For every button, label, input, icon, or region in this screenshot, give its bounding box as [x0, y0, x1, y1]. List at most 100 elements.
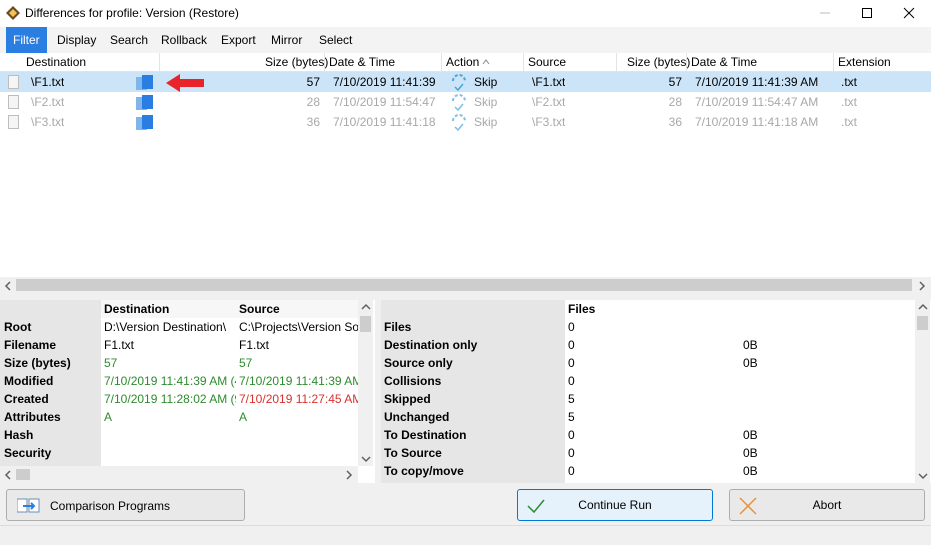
copy-icon [136, 75, 153, 90]
row-source: \F1.txt [532, 75, 566, 89]
comparison-programs-label: Comparison Programs [50, 499, 171, 513]
summary-size [740, 390, 743, 408]
col-destination[interactable]: Destination [26, 55, 86, 69]
summary-count: 0 [568, 320, 575, 334]
summary-size: 0B [743, 338, 758, 352]
close-button[interactable] [888, 0, 930, 26]
scroll-right-icon[interactable] [345, 470, 353, 480]
summary-size: 0B [743, 356, 758, 370]
row-action[interactable]: Skip [474, 115, 497, 129]
menu-export[interactable]: Export [214, 27, 263, 53]
summary-size: 0B [743, 446, 758, 460]
menu-select[interactable]: Select [312, 27, 359, 53]
summary-size [740, 372, 743, 390]
scroll-thumb[interactable] [360, 316, 371, 332]
grid-header: Destination Size (bytes) Date & Time Act… [0, 53, 931, 72]
minimize-button[interactable] [804, 0, 846, 26]
summary-label: Unchanged [381, 408, 565, 426]
maximize-button[interactable] [846, 0, 888, 26]
summary-size [740, 408, 743, 426]
summary-count: 0 [568, 428, 575, 442]
col-extension[interactable]: Extension [838, 55, 891, 69]
summary-count: 0 [568, 356, 575, 370]
skip-sync-icon [452, 94, 466, 112]
summary-label: Files [381, 318, 565, 336]
row-src-size: 36 [668, 115, 682, 129]
table-row[interactable]: \F1.txt 57 7/10/2019 11:41:39 ... Skip \… [0, 72, 931, 92]
scroll-up-icon[interactable] [918, 303, 928, 311]
row-dest-size: 28 [306, 95, 320, 109]
scroll-thumb[interactable] [917, 316, 928, 330]
menu-rollback[interactable]: Rollback [154, 27, 214, 53]
summary-count: 0 [568, 446, 575, 460]
comparison-programs-button[interactable]: Comparison Programs [6, 489, 245, 521]
properties-vertical-scrollbar[interactable] [358, 300, 373, 466]
prop-dest-value [101, 426, 236, 444]
prop-header-destination: Destination [101, 300, 236, 318]
col-src-size[interactable]: Size (bytes) [627, 55, 690, 69]
menu-bar: Filter Display Search Rollback Export Mi… [0, 27, 931, 53]
row-destination: \F1.txt [31, 75, 65, 89]
red-arrow-annotation-icon [166, 74, 204, 92]
grid-horizontal-scrollbar[interactable] [0, 277, 931, 294]
prop-src-value: F1.txt [239, 338, 270, 352]
row-action[interactable]: Skip [474, 75, 497, 89]
summary-label: Collisions [381, 372, 565, 390]
prop-src-value [236, 426, 358, 444]
prop-dest-value: A [104, 410, 113, 424]
scroll-down-icon[interactable] [918, 472, 928, 480]
menu-mirror[interactable]: Mirror [264, 27, 309, 53]
menu-display[interactable]: Display [50, 27, 103, 53]
col-dest-date[interactable]: Date & Time [329, 55, 395, 69]
summary-count: 0 [568, 374, 575, 388]
continue-run-button[interactable]: Continue Run [517, 489, 713, 521]
skip-sync-icon [452, 114, 466, 132]
summary-vertical-scrollbar[interactable] [915, 300, 930, 483]
summary-count: 0 [568, 338, 575, 352]
scroll-right-icon[interactable] [918, 281, 926, 291]
table-row[interactable]: \F2.txt 28 7/10/2019 11:54:47 ... Skip \… [0, 92, 931, 112]
properties-horizontal-scrollbar[interactable] [0, 466, 358, 483]
abort-button[interactable]: Abort [729, 489, 925, 521]
prop-dest-value: D:\Version Destination\ [104, 320, 227, 334]
abort-label: Abort [812, 498, 842, 512]
skip-sync-icon [452, 74, 466, 92]
menu-search[interactable]: Search [103, 27, 155, 53]
prop-dest-value: 7/10/2019 11:41:39 AM (451 [104, 374, 236, 388]
scroll-down-icon[interactable] [361, 455, 371, 463]
continue-run-label: Continue Run [578, 498, 652, 512]
prop-label: Hash [0, 426, 101, 444]
summary-count: 0 [568, 464, 575, 478]
row-src-date: 7/10/2019 11:41:18 AM [695, 115, 819, 129]
scroll-left-icon[interactable] [4, 281, 12, 291]
row-src-date: 7/10/2019 11:41:39 AM [695, 75, 819, 89]
file-icon [8, 115, 19, 129]
row-extension: .txt [841, 115, 858, 129]
app-logo-icon [6, 6, 20, 20]
scroll-up-icon[interactable] [361, 303, 371, 311]
row-dest-size: 57 [306, 75, 320, 89]
col-dest-size[interactable]: Size (bytes) [265, 55, 328, 69]
summary-label: To Destination [381, 426, 565, 444]
summary-header-files: Files [565, 300, 739, 318]
row-action[interactable]: Skip [474, 95, 497, 109]
file-icon [8, 95, 19, 109]
copy-icon [136, 115, 153, 130]
row-src-date: 7/10/2019 11:54:47 AM [695, 95, 819, 109]
col-src-date[interactable]: Date & Time [691, 55, 757, 69]
scroll-thumb[interactable] [16, 279, 912, 291]
row-destination: \F2.txt [31, 95, 65, 109]
row-dest-size: 36 [306, 115, 320, 129]
menu-filter[interactable]: Filter [6, 27, 47, 53]
col-source[interactable]: Source [528, 55, 566, 69]
prop-label: Created [0, 390, 101, 408]
table-row[interactable]: \F3.txt 36 7/10/2019 11:41:18 ... Skip \… [0, 112, 931, 132]
prop-src-value [236, 444, 358, 462]
col-action[interactable]: Action [446, 55, 479, 69]
prop-src-value: A [239, 410, 248, 424]
file-icon [8, 75, 19, 89]
scroll-left-icon[interactable] [4, 470, 12, 480]
copy-icon [136, 95, 153, 110]
scroll-thumb[interactable] [16, 469, 30, 480]
prop-label: Modified [0, 372, 101, 390]
